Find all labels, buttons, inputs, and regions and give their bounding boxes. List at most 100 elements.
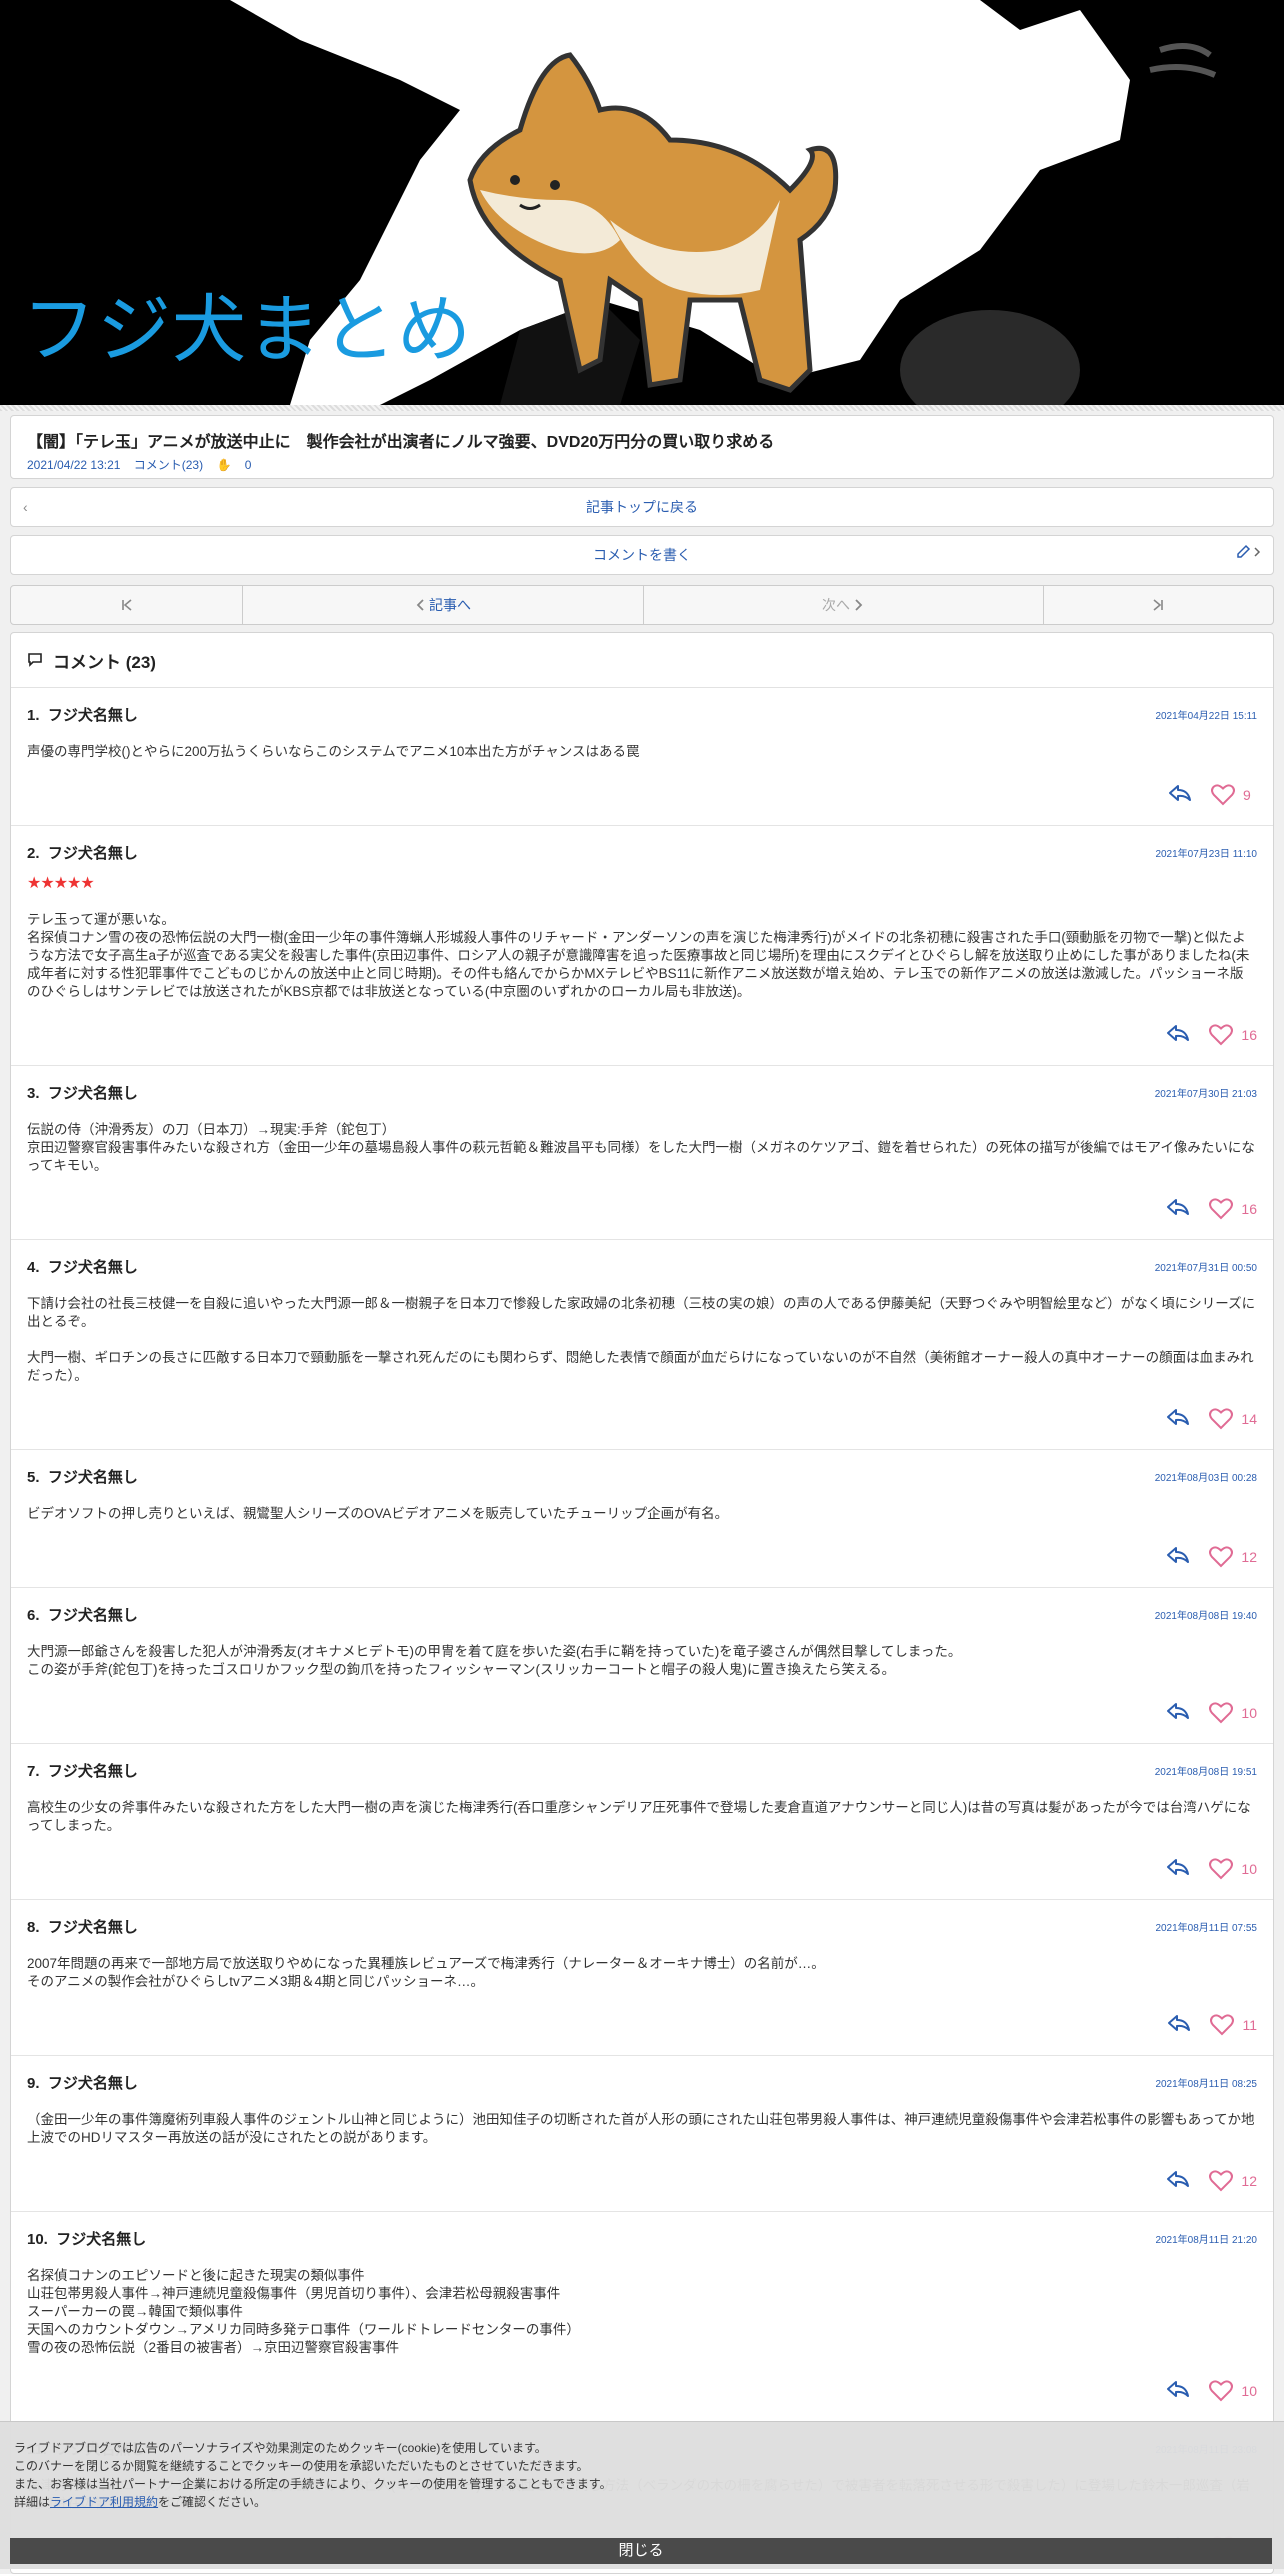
like-count: 12 bbox=[1241, 2173, 1257, 2189]
comment-name: フジ犬名無し bbox=[56, 2231, 147, 2248]
reply-icon[interactable] bbox=[1165, 1197, 1191, 1222]
comments-link[interactable]: コメント(23) bbox=[134, 458, 203, 472]
cookie-text-2: このバナーを閉じるか閲覧を継続することでクッキーの使用を承認いただいたものとさせ… bbox=[14, 2459, 589, 2473]
last-page-icon bbox=[1153, 599, 1164, 611]
comment-name: フジ犬名無し bbox=[47, 1607, 138, 1624]
reply-icon[interactable] bbox=[1165, 2169, 1191, 2194]
comment-number: 4. bbox=[27, 1259, 40, 1276]
comment-actions: 16 bbox=[27, 1023, 1257, 1047]
like-count: 16 bbox=[1241, 1201, 1257, 1217]
comment-body: 声優の専門学校()とやらに200万払うくらいならこのシステムでアニメ10本出た方… bbox=[27, 744, 640, 759]
back-to-top-label: 記事トップに戻る bbox=[586, 499, 698, 515]
like-button[interactable]: 9 bbox=[1211, 784, 1257, 806]
article-pager: 記事へ 次へ bbox=[10, 585, 1274, 625]
cookie-banner: ライブドアブログでは広告のパーソナライズや効果測定のためクッキー(cookie)… bbox=[0, 2421, 1284, 2569]
reply-icon[interactable] bbox=[1165, 1023, 1191, 1048]
comment-body: 名探偵コナンのエピソードと後に起きた現実の類似事件 山荘包帯男殺人事件→神戸連続… bbox=[27, 2268, 580, 2355]
reply-icon[interactable] bbox=[1165, 1407, 1191, 1432]
article-date: 2021/04/22 13:21 bbox=[27, 458, 121, 472]
comment-author: 5. フジ犬名無し bbox=[27, 1466, 138, 1487]
next-article-button[interactable]: 次へ bbox=[644, 586, 1044, 624]
like-button[interactable]: 16 bbox=[1209, 1024, 1257, 1046]
comment-date: 2021年04月22日 15:11 bbox=[1155, 711, 1257, 722]
like-button[interactable]: 10 bbox=[1209, 2380, 1257, 2402]
comment-header: 3. フジ犬名無し 2021年07月30日 21:03 bbox=[27, 1082, 1257, 1103]
prev-article-button[interactable]: 記事へ bbox=[243, 586, 644, 624]
reply-icon[interactable] bbox=[1165, 2379, 1191, 2404]
comment-item: 9. フジ犬名無し 2021年08月11日 08:25 （金田一少年の事件簿魔術列車… bbox=[11, 2056, 1273, 2212]
comment-author: 9. フジ犬名無し bbox=[27, 2072, 138, 2093]
comment-number: 8. bbox=[27, 1919, 40, 1936]
cookie-text-1: ライブドアブログでは広告のパーソナライズや効果測定のためクッキー(cookie)… bbox=[14, 2441, 547, 2455]
like-button[interactable]: 16 bbox=[1209, 1198, 1257, 1220]
reply-icon[interactable] bbox=[1166, 2013, 1192, 2038]
rating-stars: ★★★★★ bbox=[27, 875, 95, 892]
comment-header: 2. フジ犬名無し 2021年07月23日 11:10 bbox=[27, 842, 1257, 863]
comment-name: フジ犬名無し bbox=[47, 1763, 138, 1780]
like-count: 12 bbox=[1241, 1549, 1257, 1565]
cookie-text-4: 詳細はライブドア利用規約をご確認ください。 bbox=[14, 2493, 266, 2510]
comment-name: フジ犬名無し bbox=[47, 1919, 138, 1936]
header-banner[interactable]: フジ犬まとめ bbox=[0, 0, 1284, 405]
like-count: 11 bbox=[1242, 2017, 1257, 2033]
comment-author: 3. フジ犬名無し bbox=[27, 1082, 138, 1103]
like-button[interactable]: 11 bbox=[1210, 2014, 1257, 2036]
next-article-label: 次へ bbox=[822, 597, 851, 613]
comment-date: 2021年08月08日 19:51 bbox=[1154, 1767, 1257, 1778]
comment-number: 10. bbox=[27, 2231, 48, 2248]
comment-actions: 10 bbox=[27, 2379, 1257, 2403]
reply-icon[interactable] bbox=[1165, 1545, 1191, 1570]
like-button[interactable]: 10 bbox=[1209, 1858, 1257, 1880]
comment-header: 5. フジ犬名無し 2021年08月03日 00:28 bbox=[27, 1466, 1257, 1487]
comment-body: 下請け会社の社長三枝健一を自殺に追いやった大門源一郎＆一樹親子を日本刀で惨殺した… bbox=[27, 1296, 1256, 1383]
heart-icon bbox=[1209, 1024, 1234, 1046]
write-comment-button[interactable]: コメントを書く bbox=[10, 535, 1274, 575]
comment-author: 8. フジ犬名無し bbox=[27, 1916, 138, 1937]
comment-actions: 9 bbox=[27, 783, 1257, 807]
comment-item: 3. フジ犬名無し 2021年07月30日 21:03 伝説の侍（沖滑秀友）の刀（日… bbox=[11, 1066, 1273, 1240]
comment-header: 7. フジ犬名無し 2021年08月08日 19:51 bbox=[27, 1760, 1257, 1781]
comment-number: 6. bbox=[27, 1607, 40, 1624]
chevron-right-icon bbox=[855, 599, 863, 611]
like-button[interactable]: 12 bbox=[1209, 2170, 1257, 2192]
cookie-close-button[interactable]: 閉じる bbox=[10, 2538, 1272, 2564]
comment-item: 10. フジ犬名無し 2021年08月11日 21:20 名探偵コナンのエピソードと… bbox=[11, 2212, 1273, 2422]
like-button[interactable]: 12 bbox=[1209, 1546, 1257, 1568]
reply-icon[interactable] bbox=[1165, 1857, 1191, 1882]
comment-date: 2021年08月11日 08:25 bbox=[1155, 2079, 1257, 2090]
comment-date: 2021年08月03日 00:28 bbox=[1154, 1473, 1257, 1484]
heart-icon bbox=[1209, 1702, 1234, 1724]
comment-actions: 10 bbox=[27, 1701, 1257, 1725]
comment-date: 2021年07月23日 11:10 bbox=[1155, 849, 1257, 860]
first-page-icon bbox=[121, 599, 132, 611]
comment-item: 4. フジ犬名無し 2021年07月31日 00:50 下請け会社の社長三枝健一を自… bbox=[11, 1240, 1273, 1450]
reply-icon[interactable] bbox=[1167, 783, 1193, 808]
comment-body: 伝説の侍（沖滑秀友）の刀（日本刀）→現実:手斧（鉈包丁） 京田辺警察官殺害事件み… bbox=[27, 1122, 1255, 1173]
like-button[interactable]: 10 bbox=[1209, 1702, 1257, 1724]
comment-header: 4. フジ犬名無し 2021年07月31日 00:50 bbox=[27, 1256, 1257, 1277]
comment-date: 2021年08月11日 21:20 bbox=[1155, 2235, 1257, 2246]
comment-body: 高校生の少女の斧事件みたいな殺された方をした大門一樹の声を演じた梅津秀行(呑口重… bbox=[27, 1800, 1251, 1833]
first-page-button[interactable] bbox=[11, 586, 244, 624]
like-count: 9 bbox=[1243, 787, 1251, 803]
site-title[interactable]: フジ犬まとめ bbox=[22, 270, 472, 377]
like-count: 10 bbox=[1241, 1861, 1257, 1877]
comment-item: 2. フジ犬名無し 2021年07月23日 11:10 ★★★★★ テレ玉って運が悪い… bbox=[11, 826, 1273, 1066]
last-page-button[interactable] bbox=[1044, 586, 1273, 624]
back-to-top-button[interactable]: ‹ 記事トップに戻る bbox=[10, 487, 1274, 527]
comment-number: 1. bbox=[27, 707, 40, 724]
comment-body: テレ玉って運が悪いな。 名探偵コナン雪の夜の恐怖伝説の大門一樹(金田一少年の事件… bbox=[27, 912, 1250, 999]
comments-header: コメント (23) bbox=[11, 633, 1273, 688]
like-button[interactable]: 14 bbox=[1209, 1408, 1257, 1430]
reply-icon[interactable] bbox=[1165, 1701, 1191, 1726]
terms-link[interactable]: ライブドア利用規約 bbox=[50, 2495, 158, 2509]
like-count: 16 bbox=[1241, 1027, 1257, 1043]
comment-header: 1. フジ犬名無し 2021年04月22日 15:11 bbox=[27, 704, 1257, 725]
heart-icon bbox=[1211, 784, 1235, 806]
heart-icon bbox=[1210, 2014, 1235, 2036]
comments-section: コメント (23) 1. フジ犬名無し 2021年04月22日 15:11 声優の専… bbox=[10, 632, 1274, 2574]
comment-item: 1. フジ犬名無し 2021年04月22日 15:11 声優の専門学校()とやらに2… bbox=[11, 688, 1273, 826]
comment-header: 9. フジ犬名無し 2021年08月11日 08:25 bbox=[27, 2072, 1257, 2093]
clap-icon[interactable]: ✋ bbox=[216, 458, 231, 472]
article-title[interactable]: 【闇】「テレ玉」アニメが放送中止に 製作会社が出演者にノルマ強要、DVD20万円… bbox=[27, 428, 774, 452]
